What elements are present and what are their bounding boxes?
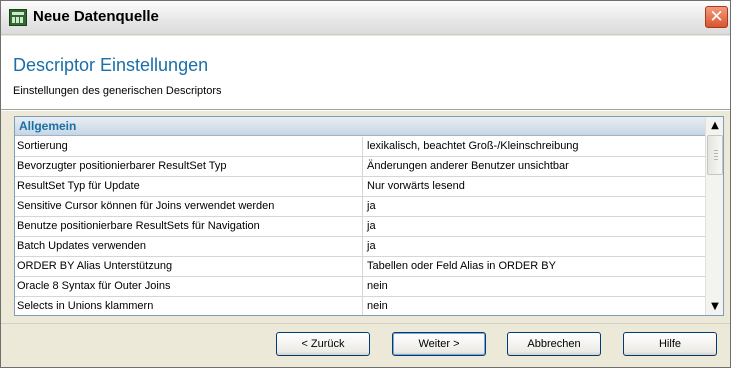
property-row[interactable]: Batch Updates verwenden ja	[15, 237, 705, 257]
dialog-window: Neue Datenquelle ✕ Descriptor Einstellun…	[0, 0, 731, 368]
section-header-allgemein[interactable]: Allgemein	[15, 117, 705, 136]
cancel-button[interactable]: Abbrechen	[507, 332, 601, 356]
property-row[interactable]: Sortierung lexikalisch, beachtet Groß-/Kl…	[15, 137, 705, 157]
property-value[interactable]: Nur vorwärts lesend	[365, 177, 705, 196]
property-grid: Allgemein Sortierung lexikalisch, beachte…	[14, 116, 724, 316]
property-name: Sensitive Cursor können für Joins verwen…	[15, 197, 363, 216]
app-icon	[9, 9, 27, 26]
scroll-thumb[interactable]	[707, 135, 723, 175]
footer-separator	[1, 323, 730, 324]
property-row[interactable]: Oracle 8 Syntax für Outer Joins nein	[15, 277, 705, 297]
property-name: Sortierung	[15, 137, 363, 156]
property-name: Oracle 8 Syntax für Outer Joins	[15, 277, 363, 296]
vertical-scrollbar[interactable]: ▲ ▼	[705, 117, 723, 315]
property-row[interactable]: ResultSet Typ für Update Nur vorwärts les…	[15, 177, 705, 197]
property-value[interactable]: Tabellen oder Feld Alias in ORDER BY	[365, 257, 705, 276]
property-row[interactable]: Benutze positionierbare ResultSets für N…	[15, 217, 705, 237]
help-button[interactable]: Hilfe	[623, 332, 717, 356]
property-value[interactable]: ja	[365, 217, 705, 236]
wizard-header: Descriptor Einstellungen Einstellungen d…	[1, 36, 730, 110]
property-rows: Sortierung lexikalisch, beachtet Groß-/Kl…	[15, 137, 705, 315]
property-name: Bevorzugter positionierbarer ResultSet T…	[15, 157, 363, 176]
property-name: Benutze positionierbare ResultSets für N…	[15, 217, 363, 236]
close-icon[interactable]: ✕	[705, 6, 728, 28]
property-row[interactable]: Sensitive Cursor können für Joins verwen…	[15, 197, 705, 217]
property-name: Selects in Unions klammern	[15, 297, 363, 315]
property-row[interactable]: Selects in Unions klammern nein	[15, 297, 705, 315]
property-value[interactable]: lexikalisch, beachtet Groß-/Kleinschreib…	[365, 137, 705, 156]
property-row[interactable]: ORDER BY Alias Unterstützung Tabellen ode…	[15, 257, 705, 277]
window-title: Neue Datenquelle	[33, 8, 159, 25]
page-title: Descriptor Einstellungen	[13, 55, 209, 75]
next-button[interactable]: Weiter >	[392, 332, 486, 356]
property-row[interactable]: Bevorzugter positionierbarer ResultSet T…	[15, 157, 705, 177]
property-name: Batch Updates verwenden	[15, 237, 363, 256]
header-separator	[1, 109, 730, 111]
scroll-down-icon[interactable]: ▼	[706, 298, 723, 315]
title-bar: Neue Datenquelle ✕	[1, 1, 730, 35]
back-button[interactable]: < Zurück	[276, 332, 370, 356]
scroll-grip-icon	[714, 150, 718, 160]
property-value[interactable]: nein	[365, 277, 705, 296]
property-value[interactable]: nein	[365, 297, 705, 315]
property-value[interactable]: ja	[365, 197, 705, 216]
scroll-up-icon[interactable]: ▲	[706, 117, 723, 134]
property-name: ResultSet Typ für Update	[15, 177, 363, 196]
page-subtitle: Einstellungen des generischen Descriptor…	[13, 85, 222, 97]
property-name: ORDER BY Alias Unterstützung	[15, 257, 363, 276]
property-value[interactable]: ja	[365, 237, 705, 256]
property-value[interactable]: Änderungen anderer Benutzer unsichtbar	[365, 157, 705, 176]
